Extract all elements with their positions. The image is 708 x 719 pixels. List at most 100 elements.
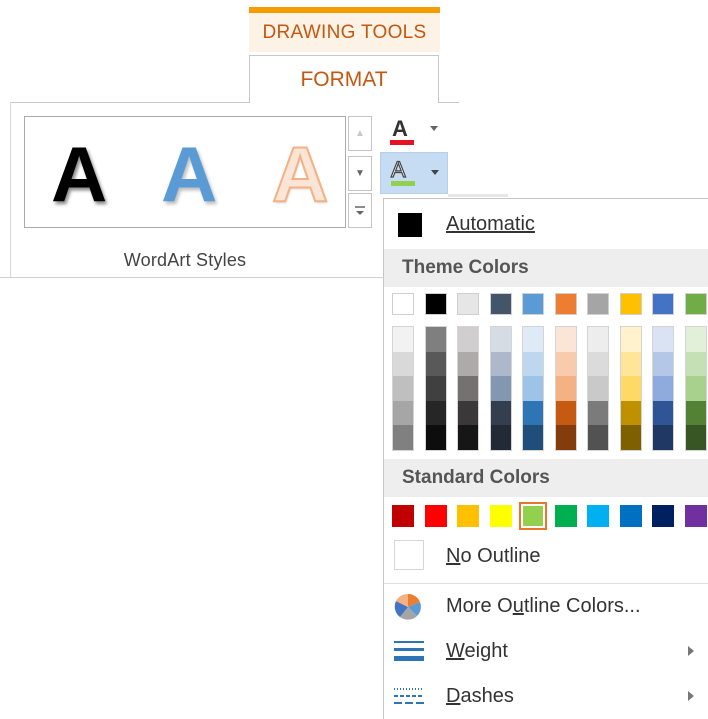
- theme-shade-swatch[interactable]: [490, 327, 511, 352]
- theme-shade-swatch[interactable]: [393, 351, 413, 377]
- theme-shade-swatch[interactable]: [653, 376, 673, 401]
- theme-shade-swatch[interactable]: [490, 400, 511, 426]
- theme-color-swatch[interactable]: [489, 293, 512, 315]
- theme-shade-swatch[interactable]: [425, 376, 446, 401]
- theme-shade-swatch[interactable]: [685, 400, 706, 426]
- theme-color-swatch[interactable]: [587, 293, 609, 315]
- fill-color-bar: [390, 140, 414, 145]
- theme-shade-swatch[interactable]: [685, 376, 706, 401]
- theme-shade-swatch[interactable]: [393, 425, 413, 450]
- tab-format[interactable]: FORMAT: [249, 55, 439, 103]
- theme-shade-swatch[interactable]: [425, 425, 446, 450]
- theme-shade-swatch[interactable]: [653, 351, 673, 377]
- theme-color-swatch[interactable]: [554, 293, 577, 315]
- gallery-scroll-up-button[interactable]: ▲: [348, 116, 372, 151]
- theme-shade-swatch[interactable]: [620, 327, 641, 352]
- theme-shade-swatch[interactable]: [555, 327, 576, 352]
- theme-shade-swatch[interactable]: [490, 376, 511, 401]
- menu-item-no-outline[interactable]: No Outline: [384, 535, 708, 577]
- theme-shade-swatch[interactable]: [685, 425, 706, 450]
- theme-color-swatch[interactable]: [619, 293, 642, 315]
- theme-shade-column: [392, 326, 414, 451]
- theme-shade-column: [522, 326, 544, 451]
- theme-shade-swatch[interactable]: [523, 351, 543, 377]
- theme-color-swatch[interactable]: [684, 293, 707, 315]
- standard-color-swatch[interactable]: [652, 505, 674, 527]
- outline-color-menu: Automatic Theme Colors Standard Colors N…: [383, 198, 708, 719]
- theme-shade-swatch[interactable]: [653, 400, 673, 426]
- menu-separator: [384, 583, 708, 584]
- theme-shade-swatch[interactable]: [393, 327, 413, 352]
- theme-shade-swatch[interactable]: [653, 327, 673, 352]
- text-fill-icon: A: [392, 116, 408, 141]
- no-outline-swatch: [394, 540, 424, 570]
- theme-color-swatch[interactable]: [522, 293, 544, 315]
- theme-shade-swatch[interactable]: [458, 351, 478, 377]
- theme-color-swatch[interactable]: [392, 293, 414, 315]
- standard-color-swatch[interactable]: [684, 505, 707, 527]
- standard-color-swatch[interactable]: [392, 505, 414, 527]
- theme-shade-swatch[interactable]: [620, 376, 641, 401]
- standard-colors-header: Standard Colors: [384, 459, 708, 497]
- menu-item-automatic[interactable]: Automatic: [384, 203, 708, 245]
- standard-color-swatch[interactable]: [587, 505, 609, 527]
- theme-shade-swatch[interactable]: [425, 351, 446, 377]
- theme-color-swatch[interactable]: [424, 293, 447, 315]
- chevron-right-icon: [688, 646, 694, 656]
- theme-shade-swatch[interactable]: [490, 425, 511, 450]
- theme-shade-swatch[interactable]: [588, 351, 608, 377]
- chevron-down-icon[interactable]: [430, 126, 438, 131]
- theme-shade-column: [424, 326, 447, 451]
- theme-shade-swatch[interactable]: [523, 376, 543, 401]
- chevron-down-icon[interactable]: [431, 170, 439, 175]
- standard-color-swatch[interactable]: [519, 502, 547, 530]
- theme-shade-swatch[interactable]: [425, 327, 446, 352]
- standard-color-swatch[interactable]: [424, 505, 447, 527]
- menu-item-dashes[interactable]: Dashes: [384, 675, 708, 717]
- text-outline-button[interactable]: A: [380, 152, 448, 194]
- theme-shade-swatch[interactable]: [588, 400, 608, 426]
- theme-color-swatch[interactable]: [652, 293, 674, 315]
- gallery-more-button[interactable]: [348, 193, 372, 228]
- wordart-style-black[interactable]: A: [51, 129, 107, 219]
- theme-shade-swatch[interactable]: [620, 351, 641, 377]
- theme-shade-swatch[interactable]: [555, 376, 576, 401]
- standard-color-swatch[interactable]: [457, 505, 479, 527]
- theme-shade-swatch[interactable]: [458, 400, 478, 426]
- theme-shade-swatch[interactable]: [588, 376, 608, 401]
- theme-shade-swatch[interactable]: [620, 425, 641, 450]
- text-fill-button[interactable]: A: [384, 114, 446, 150]
- theme-shade-swatch[interactable]: [523, 425, 543, 450]
- theme-shade-swatch[interactable]: [685, 351, 706, 377]
- theme-shade-swatch[interactable]: [458, 376, 478, 401]
- theme-shade-swatch[interactable]: [685, 327, 706, 352]
- theme-shade-swatch[interactable]: [523, 400, 543, 426]
- theme-shade-swatch[interactable]: [490, 351, 511, 377]
- theme-color-swatch[interactable]: [457, 293, 479, 315]
- theme-shade-swatch[interactable]: [588, 425, 608, 450]
- menu-item-weight[interactable]: Weight: [384, 630, 708, 672]
- standard-color-swatch[interactable]: [619, 505, 642, 527]
- theme-shade-swatch[interactable]: [393, 376, 413, 401]
- wordart-style-orange[interactable]: A: [271, 129, 329, 219]
- menu-item-more-outline-colors[interactable]: More Outline Colors...: [384, 585, 708, 627]
- theme-shade-swatch[interactable]: [653, 425, 673, 450]
- theme-shade-swatch[interactable]: [458, 327, 478, 352]
- theme-shade-swatch[interactable]: [620, 400, 641, 426]
- theme-shade-swatch[interactable]: [393, 400, 413, 426]
- standard-color-swatch[interactable]: [489, 505, 512, 527]
- theme-shade-swatch[interactable]: [555, 425, 576, 450]
- theme-shade-swatch[interactable]: [588, 327, 608, 352]
- group-label-wordart-styles: WordArt Styles: [123, 250, 247, 270]
- triangle-down-icon: ▼: [355, 168, 365, 179]
- line-weight-icon: [394, 641, 424, 661]
- theme-shade-swatch[interactable]: [555, 400, 576, 426]
- theme-shade-swatch[interactable]: [555, 351, 576, 377]
- theme-shade-swatch[interactable]: [523, 327, 543, 352]
- standard-color-swatch[interactable]: [554, 505, 577, 527]
- theme-shade-swatch[interactable]: [458, 425, 478, 450]
- ribbon-border: [10, 102, 249, 103]
- wordart-style-blue[interactable]: A: [161, 129, 217, 219]
- theme-shade-swatch[interactable]: [425, 400, 446, 426]
- gallery-scroll-down-button[interactable]: ▼: [348, 156, 372, 191]
